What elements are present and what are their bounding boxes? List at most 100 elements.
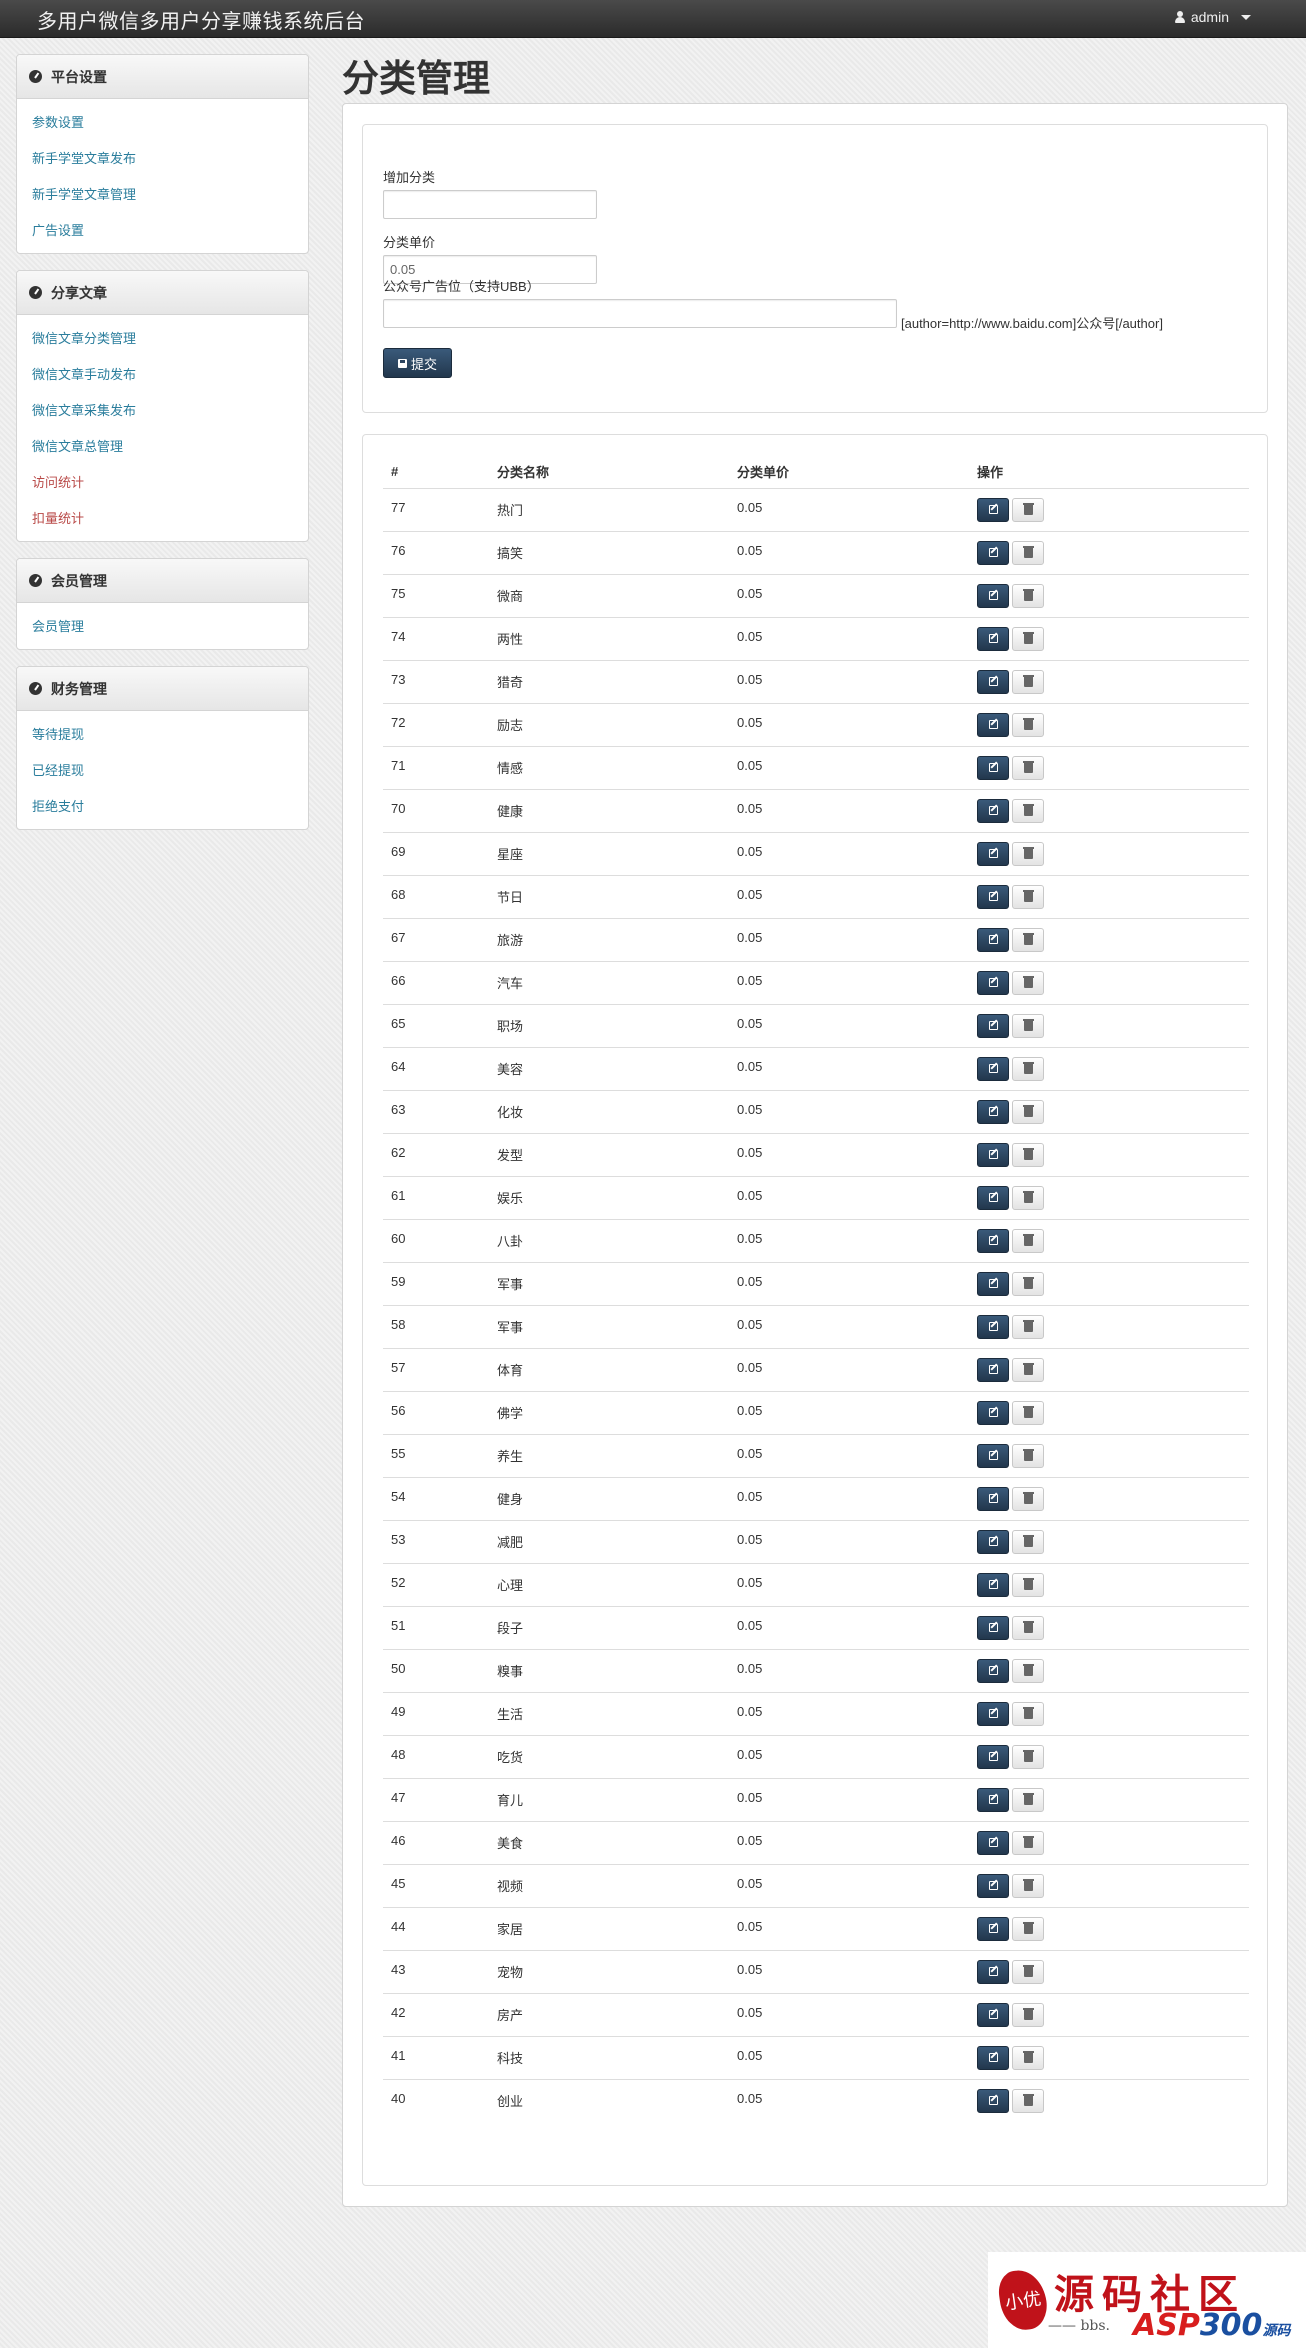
edit-button[interactable] [977,2045,1009,2070]
delete-button[interactable] [1012,884,1044,909]
sidebar-item[interactable]: 微信文章总管理 [17,429,308,465]
sidebar-item[interactable]: 等待提现 [17,717,308,753]
user-menu[interactable]: admin [1174,9,1251,25]
edit-button[interactable] [977,1228,1009,1253]
sidebar-item[interactable]: 会员管理 [17,609,308,645]
delete-button[interactable] [1012,1357,1044,1382]
delete-button[interactable] [1012,1400,1044,1425]
cell-name: 职场 [489,1004,729,1048]
edit-button[interactable] [977,497,1009,522]
delete-button[interactable] [1012,1099,1044,1124]
edit-button[interactable] [977,1142,1009,1167]
edit-button[interactable] [977,1185,1009,1210]
sidebar-item[interactable]: 拒绝支付 [17,789,308,825]
delete-button[interactable] [1012,1314,1044,1339]
edit-button[interactable] [977,970,1009,995]
sidebar-item[interactable]: 访问统计 [17,465,308,501]
edit-button[interactable] [977,1916,1009,1941]
sidebar-item[interactable]: 已经提现 [17,753,308,789]
delete-button[interactable] [1012,583,1044,608]
delete-button[interactable] [1012,1228,1044,1253]
table-row: 67 旅游 0.05 [383,918,1249,962]
submit-button[interactable]: 提交 [383,348,452,378]
delete-button[interactable] [1012,2088,1044,2113]
edit-button[interactable] [977,1314,1009,1339]
edit-button[interactable] [977,755,1009,780]
delete-button[interactable] [1012,1916,1044,1941]
edit-button[interactable] [977,669,1009,694]
delete-button[interactable] [1012,1744,1044,1769]
delete-button[interactable] [1012,712,1044,737]
delete-button[interactable] [1012,1013,1044,1038]
ad-slot-input[interactable] [383,299,897,328]
delete-button[interactable] [1012,798,1044,823]
delete-button[interactable] [1012,669,1044,694]
edit-icon [988,677,998,686]
delete-button[interactable] [1012,1572,1044,1597]
delete-button[interactable] [1012,1185,1044,1210]
edit-button[interactable] [977,1486,1009,1511]
delete-button[interactable] [1012,1142,1044,1167]
edit-button[interactable] [977,1529,1009,1554]
edit-button[interactable] [977,841,1009,866]
edit-button[interactable] [977,1658,1009,1683]
edit-button[interactable] [977,1271,1009,1296]
cell-actions [969,531,1249,575]
edit-button[interactable] [977,1787,1009,1812]
delete-button[interactable] [1012,1271,1044,1296]
edit-button[interactable] [977,1443,1009,1468]
edit-button[interactable] [977,927,1009,952]
edit-button[interactable] [977,1701,1009,1726]
delete-button[interactable] [1012,1486,1044,1511]
edit-button[interactable] [977,2088,1009,2113]
edit-button[interactable] [977,1572,1009,1597]
sidebar-item[interactable]: 微信文章采集发布 [17,393,308,429]
edit-button[interactable] [977,1615,1009,1640]
delete-button[interactable] [1012,1529,1044,1554]
sidebar-item[interactable]: 微信文章分类管理 [17,321,308,357]
delete-button[interactable] [1012,927,1044,952]
delete-button[interactable] [1012,1056,1044,1081]
delete-button[interactable] [1012,970,1044,995]
sidebar-item[interactable]: 广告设置 [17,213,308,249]
delete-button[interactable] [1012,1959,1044,1984]
delete-button[interactable] [1012,626,1044,651]
edit-button[interactable] [977,626,1009,651]
edit-button[interactable] [977,1959,1009,1984]
sidebar-item[interactable]: 新手学堂文章管理 [17,177,308,213]
delete-button[interactable] [1012,497,1044,522]
delete-button[interactable] [1012,1658,1044,1683]
sidebar-item[interactable]: 扣量统计 [17,501,308,537]
sidebar-item[interactable]: 参数设置 [17,105,308,141]
delete-button[interactable] [1012,1701,1044,1726]
edit-button[interactable] [977,798,1009,823]
delete-button[interactable] [1012,1443,1044,1468]
delete-button[interactable] [1012,1873,1044,1898]
edit-button[interactable] [977,1013,1009,1038]
edit-button[interactable] [977,884,1009,909]
edit-button[interactable] [977,1357,1009,1382]
edit-button[interactable] [977,1744,1009,1769]
app-title[interactable]: 多用户微信多用户分享赚钱系统后台 [37,5,365,34]
delete-button[interactable] [1012,1787,1044,1812]
sidebar-item[interactable]: 微信文章手动发布 [17,357,308,393]
sidebar-item[interactable]: 新手学堂文章发布 [17,141,308,177]
edit-button[interactable] [977,1056,1009,1081]
delete-button[interactable] [1012,1830,1044,1855]
delete-button[interactable] [1012,2045,1044,2070]
edit-button[interactable] [977,540,1009,565]
delete-button[interactable] [1012,2002,1044,2027]
edit-button[interactable] [977,1873,1009,1898]
trash-icon [1022,1233,1034,1246]
edit-button[interactable] [977,583,1009,608]
category-name-input[interactable] [383,190,597,219]
edit-button[interactable] [977,1830,1009,1855]
edit-button[interactable] [977,712,1009,737]
edit-button[interactable] [977,1099,1009,1124]
delete-button[interactable] [1012,841,1044,866]
edit-button[interactable] [977,2002,1009,2027]
delete-button[interactable] [1012,755,1044,780]
delete-button[interactable] [1012,1615,1044,1640]
delete-button[interactable] [1012,540,1044,565]
edit-button[interactable] [977,1400,1009,1425]
